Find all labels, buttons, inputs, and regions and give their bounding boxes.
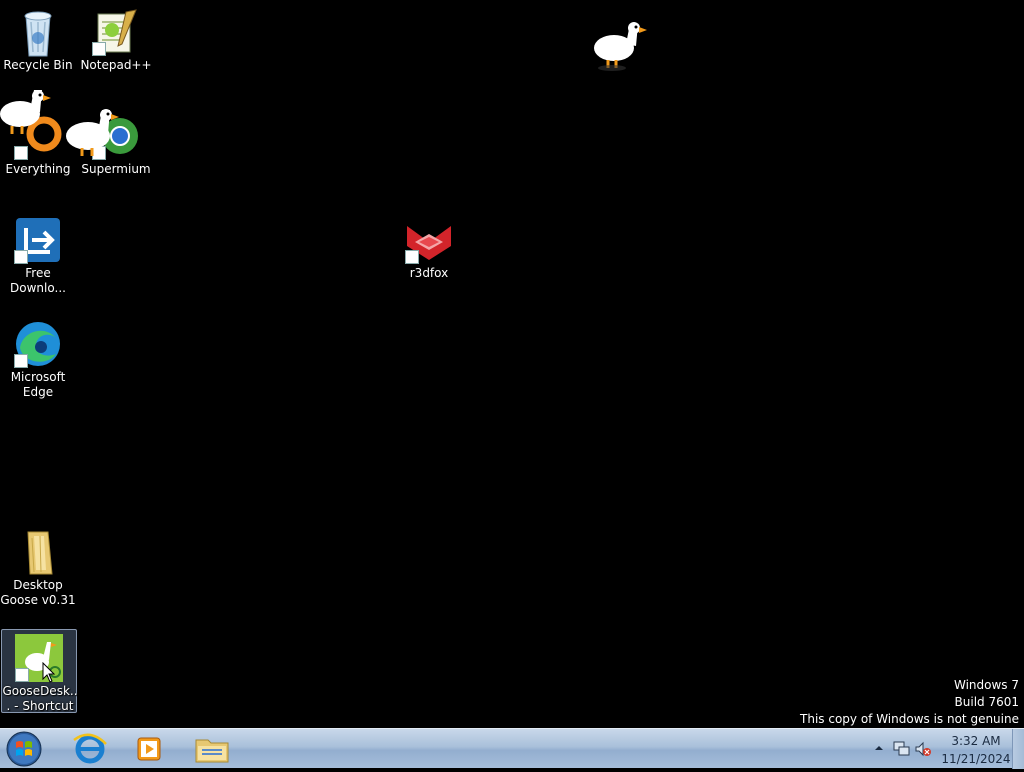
r3dfox-desktop-icon[interactable]: r3dfox <box>391 212 467 312</box>
notepadpp-label: Notepad++ <box>80 58 152 72</box>
show-hidden-icons-chevron-icon[interactable] <box>874 743 884 753</box>
goose-sprite-icon <box>594 22 647 71</box>
microsoft-edge-desktop-icon[interactable]: Microsoft Edge <box>0 316 76 416</box>
mouse-cursor-icon <box>42 662 56 683</box>
notepadpp-desktop-icon[interactable]: Notepad++ <box>78 4 154 104</box>
free-download-manager-label: Free Downlo... <box>10 266 66 295</box>
internet-explorer-icon <box>73 733 107 764</box>
windows-watermark: Windows 7 Build 7601 This copy of Window… <box>800 677 1019 728</box>
clock-time: 3:32 AM <box>951 734 1001 748</box>
notification-area: 3:32 AM 11/21/2024 <box>864 729 1024 769</box>
goose-desktop-shortcut-label: GooseDesk... - Shortcut <box>2 684 78 713</box>
supermium-label: Supermium <box>81 162 151 176</box>
network-icon[interactable] <box>892 740 910 758</box>
taskbar: 3:32 AM 11/21/2024 <box>0 728 1024 769</box>
shortcut-arrow-icon <box>14 146 28 160</box>
shortcut-arrow-icon <box>405 250 419 264</box>
everything-label: Everything <box>5 162 71 176</box>
microsoft-edge-label: Microsoft Edge <box>10 370 66 399</box>
taskbar-windows-explorer-button[interactable] <box>184 730 240 767</box>
goose-desktop-shortcut-icon[interactable]: GooseDesk... - Shortcut <box>1 629 78 713</box>
r3dfox-icon <box>405 216 453 264</box>
shortcut-arrow-icon <box>92 42 106 56</box>
watermark-genuine-notice: This copy of Windows is not genuine <box>800 712 1019 726</box>
windows-logo-icon <box>6 731 42 767</box>
free-download-manager-desktop-icon[interactable]: Free Downlo... <box>0 212 76 312</box>
show-desktop-button[interactable] <box>1012 729 1024 769</box>
media-player-icon <box>137 737 161 761</box>
start-button[interactable] <box>4 730 44 768</box>
taskbar-clock[interactable]: 3:32 AM 11/21/2024 <box>936 732 1016 768</box>
goose-sprite-icon <box>66 109 119 156</box>
notepadpp-icon <box>92 8 140 56</box>
folder-icon <box>14 528 62 576</box>
microsoft-edge-icon <box>14 320 62 368</box>
watermark-os: Windows 7 <box>953 678 1019 692</box>
desktop[interactable]: Recycle Bin Notepad++ Everything Supermi… <box>0 0 1024 728</box>
watermark-build: Build 7601 <box>954 695 1019 709</box>
free-download-manager-icon <box>14 216 62 264</box>
taskbar-internet-explorer-button[interactable] <box>62 730 118 767</box>
volume-muted-icon[interactable] <box>914 740 932 758</box>
r3dfox-label: r3dfox <box>409 266 449 280</box>
goose-sprite-icon <box>0 90 51 134</box>
shortcut-arrow-icon <box>15 668 29 682</box>
shortcut-arrow-icon <box>14 250 28 264</box>
desktop-goose-folder-desktop-icon[interactable]: Desktop Goose v0.31 <box>0 524 76 624</box>
clock-date: 11/21/2024 <box>941 752 1011 766</box>
recycle-bin-label: Recycle Bin <box>3 58 73 72</box>
recycle-bin-icon <box>14 8 62 57</box>
taskbar-media-player-button[interactable] <box>122 730 178 767</box>
windows-explorer-icon <box>195 739 229 763</box>
desktop-goose-folder-label: Desktop Goose v0.31 <box>0 578 76 607</box>
shortcut-arrow-icon <box>14 354 28 368</box>
